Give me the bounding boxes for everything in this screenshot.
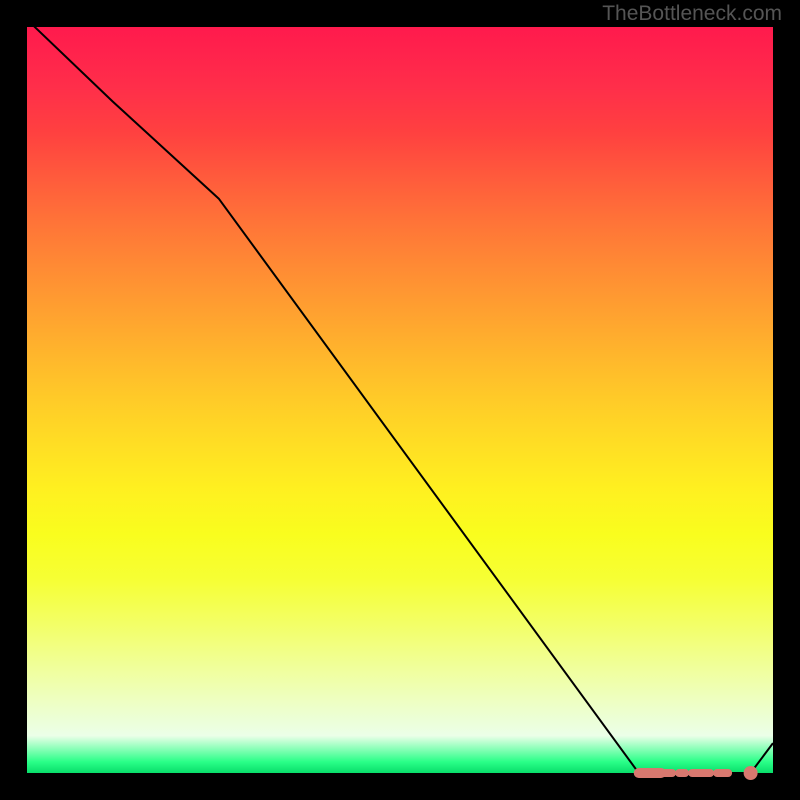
chart-line [27,20,773,773]
chart-svg [0,0,800,800]
chart-end-marker [744,766,758,780]
watermark-text: TheBottleneck.com [602,2,782,26]
